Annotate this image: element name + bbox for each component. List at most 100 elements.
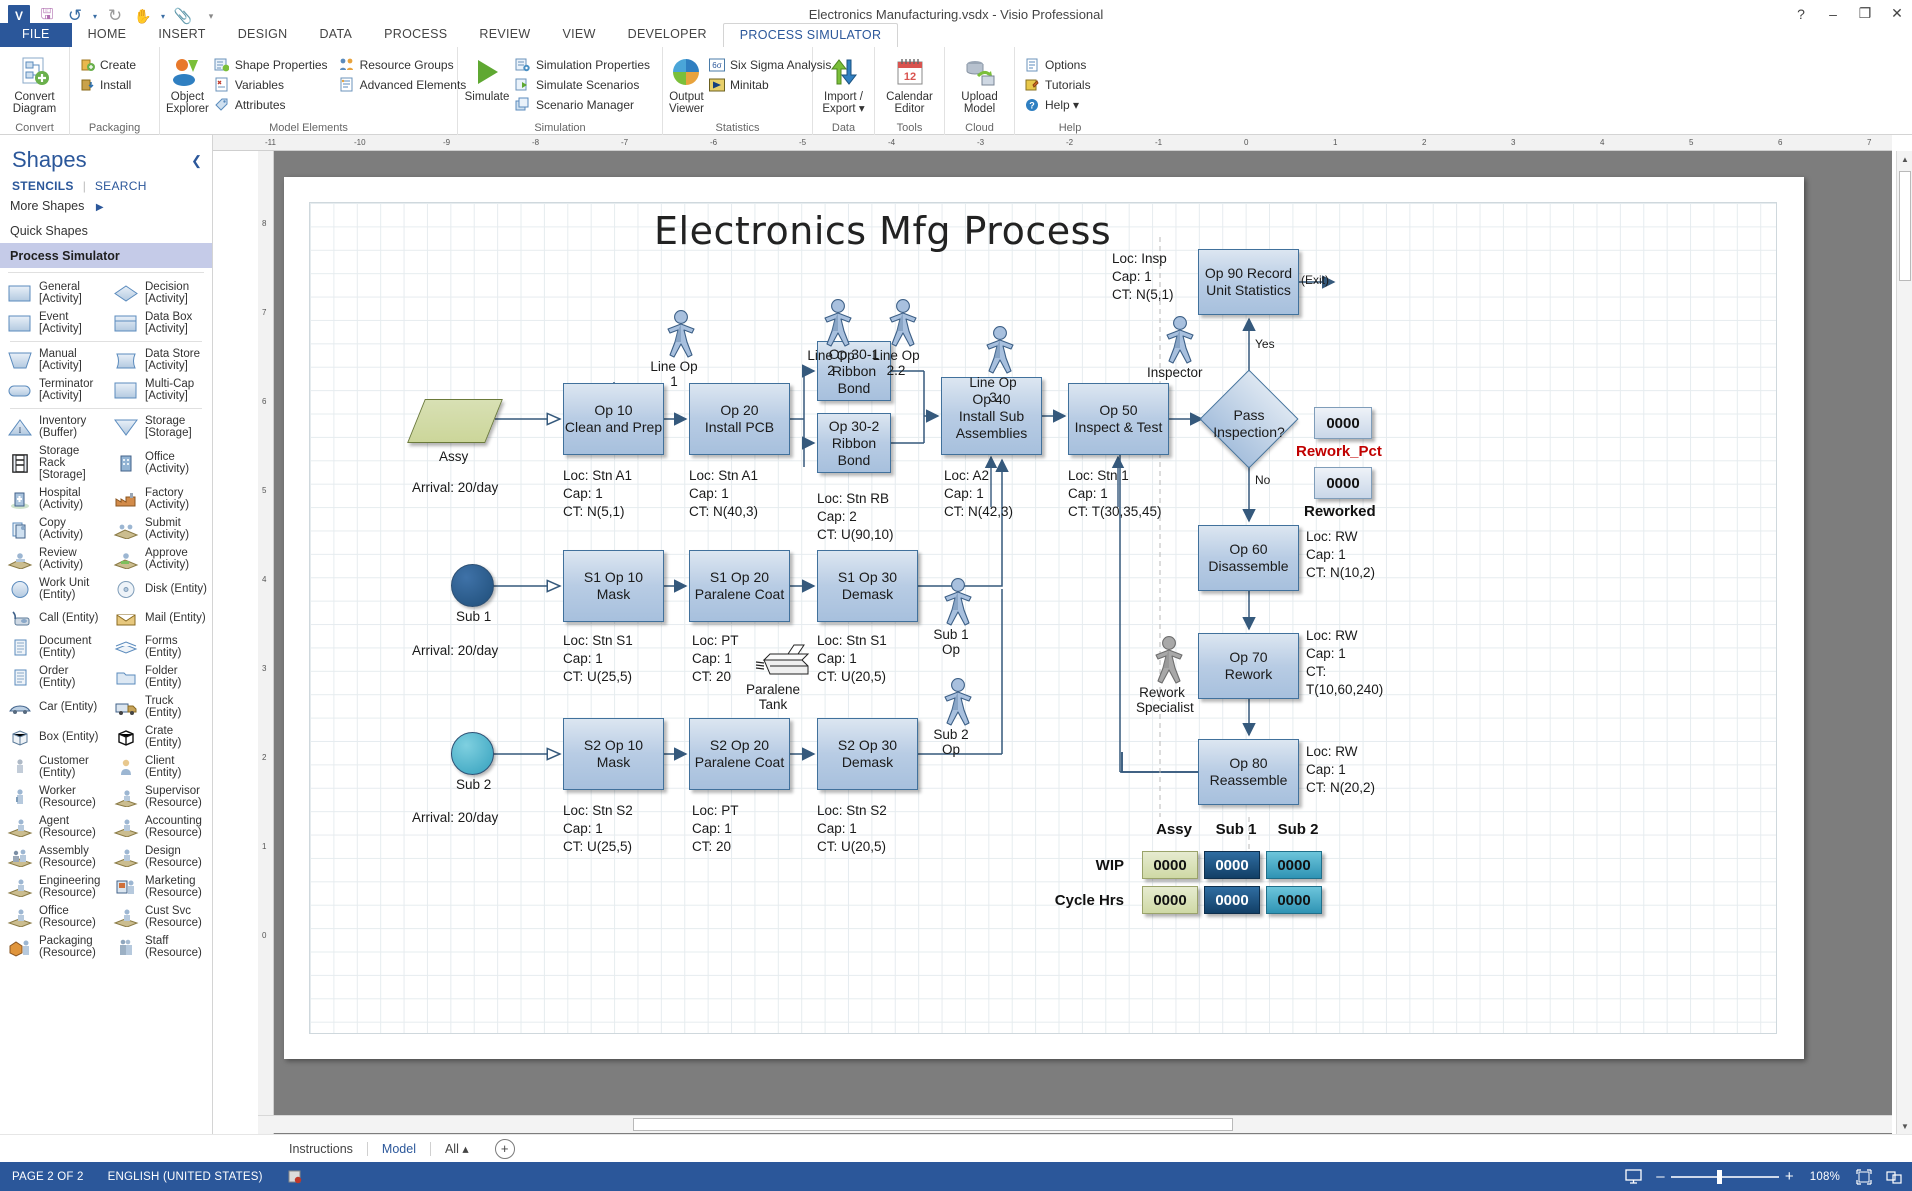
tab-review[interactable]: REVIEW bbox=[463, 23, 546, 47]
tab-file[interactable]: FILE bbox=[0, 23, 72, 47]
dashboard-value[interactable]: 0000 bbox=[1266, 851, 1322, 879]
stencil-item[interactable]: Car (Entity) bbox=[0, 692, 106, 722]
stencil-item[interactable]: Agent (Resource) bbox=[0, 812, 106, 842]
activity-s2op10[interactable]: S2 Op 10 Mask bbox=[563, 718, 664, 790]
stencil-item[interactable]: Cust Svc (Resource) bbox=[106, 902, 212, 932]
stencil-item[interactable]: Box (Entity) bbox=[0, 722, 106, 752]
display-reworked[interactable]: 0000 bbox=[1314, 467, 1372, 499]
resource-groups-button[interactable]: Resource Groups bbox=[336, 55, 473, 74]
macro-record-icon[interactable] bbox=[275, 1169, 314, 1184]
vertical-scroll-thumb[interactable] bbox=[1899, 171, 1911, 281]
stencil-item[interactable]: Truck (Entity) bbox=[106, 692, 212, 722]
resource-sub1op[interactable]: Sub 1 Op bbox=[939, 577, 977, 657]
stencil-item[interactable]: Storage [Storage] bbox=[106, 412, 212, 442]
restore-button[interactable]: ❐ bbox=[1856, 5, 1874, 22]
help-menu-button[interactable]: ? Help ▾ bbox=[1021, 95, 1097, 114]
simulation-properties-button[interactable]: Simulation Properties bbox=[512, 55, 656, 74]
stencil-item[interactable]: Data Store [Activity] bbox=[106, 345, 212, 375]
scenario-manager-button[interactable]: Scenario Manager bbox=[512, 95, 656, 114]
tutorials-button[interactable]: Tutorials bbox=[1021, 75, 1097, 94]
stencil-process-simulator[interactable]: Process Simulator bbox=[0, 243, 212, 268]
stencil-item[interactable]: Copy (Activity) bbox=[0, 514, 106, 544]
help-button[interactable]: ? bbox=[1792, 6, 1810, 22]
activity-s1op30[interactable]: S1 Op 30 Demask bbox=[817, 550, 918, 622]
tab-process-simulator[interactable]: PROCESS SIMULATOR bbox=[723, 23, 898, 47]
display-rework-pct[interactable]: 0000 bbox=[1314, 407, 1372, 439]
quick-shapes-row[interactable]: Quick Shapes bbox=[0, 218, 212, 243]
scroll-up-icon[interactable]: ▲ bbox=[1897, 151, 1912, 167]
zoom-level-label[interactable]: 108% bbox=[1808, 1171, 1842, 1183]
entity-sub2-shape[interactable] bbox=[451, 732, 494, 775]
horizontal-scroll-thumb[interactable] bbox=[633, 1118, 1233, 1131]
activity-op20[interactable]: Op 20 Install PCB bbox=[689, 383, 790, 455]
tab-process[interactable]: PROCESS bbox=[368, 23, 463, 47]
collapse-panel-icon[interactable]: ❮ bbox=[191, 153, 202, 169]
stencil-item[interactable]: IInventory (Buffer) bbox=[0, 412, 106, 442]
tab-view[interactable]: VIEW bbox=[547, 23, 612, 47]
stencil-item[interactable]: Manual [Activity] bbox=[0, 345, 106, 375]
zoom-thumb[interactable] bbox=[1717, 1170, 1722, 1184]
zoom-slider[interactable]: – + bbox=[1656, 1168, 1794, 1185]
zoom-track[interactable] bbox=[1671, 1176, 1779, 1178]
stencil-item[interactable]: Approve (Activity) bbox=[106, 544, 212, 574]
stencil-item[interactable]: Order (Entity) bbox=[0, 662, 106, 692]
calendar-editor-button[interactable]: 12 Calendar Editor bbox=[881, 53, 938, 115]
stencil-item[interactable]: Submit (Activity) bbox=[106, 514, 212, 544]
activity-s1op10[interactable]: S1 Op 10 Mask bbox=[563, 550, 664, 622]
stencil-item[interactable]: Forms (Entity) bbox=[106, 632, 212, 662]
stencil-item[interactable]: Crate (Entity) bbox=[106, 722, 212, 752]
advanced-elements-button[interactable]: Advanced Elements bbox=[336, 75, 473, 94]
resource-lineop2[interactable]: Line Op 2 bbox=[819, 298, 857, 378]
page-tab-instructions[interactable]: Instructions bbox=[275, 1140, 367, 1158]
close-button[interactable]: ✕ bbox=[1888, 5, 1906, 22]
status-page-count[interactable]: PAGE 2 OF 2 bbox=[0, 1171, 96, 1183]
more-shapes-row[interactable]: More Shapes ▶ bbox=[0, 193, 212, 218]
stencil-item[interactable]: Review (Activity) bbox=[0, 544, 106, 574]
tab-design[interactable]: DESIGN bbox=[222, 23, 304, 47]
dashboard-value[interactable]: 0000 bbox=[1204, 886, 1260, 914]
stencil-item[interactable]: Multi-Cap [Activity] bbox=[106, 375, 212, 405]
drawing-page[interactable]: Electronics Mfg Process bbox=[284, 177, 1804, 1059]
vertical-ruler[interactable]: 876543210 bbox=[258, 151, 274, 1134]
stencil-item[interactable]: Storage Rack [Storage] bbox=[0, 442, 106, 484]
dashboard-value[interactable]: 0000 bbox=[1204, 851, 1260, 879]
zoom-in-button[interactable]: + bbox=[1785, 1168, 1794, 1185]
stencil-item[interactable]: Accounting (Resource) bbox=[106, 812, 212, 842]
stencil-item[interactable]: Call (Entity) bbox=[0, 604, 106, 632]
options-button[interactable]: Options bbox=[1021, 55, 1097, 74]
activity-op60[interactable]: Op 60 Disassemble bbox=[1198, 525, 1299, 591]
activity-s2op30[interactable]: S2 Op 30 Demask bbox=[817, 718, 918, 790]
stencil-item[interactable]: Document (Entity) bbox=[0, 632, 106, 662]
entity-assy-shape[interactable] bbox=[407, 399, 503, 443]
stencil-item[interactable]: Event [Activity] bbox=[0, 308, 106, 338]
stencil-item[interactable]: Disk (Entity) bbox=[106, 574, 212, 604]
activity-op50[interactable]: Op 50 Inspect & Test bbox=[1068, 383, 1169, 455]
install-button[interactable]: Install bbox=[76, 75, 142, 94]
horizontal-scrollbar[interactable] bbox=[258, 1115, 1892, 1133]
fit-page-icon[interactable] bbox=[1856, 1169, 1872, 1185]
resource-sub2op[interactable]: Sub 2 Op bbox=[939, 677, 977, 757]
scroll-down-icon[interactable]: ▼ bbox=[1897, 1118, 1912, 1134]
tab-developer[interactable]: DEVELOPER bbox=[612, 23, 723, 47]
presentation-mode-icon[interactable] bbox=[1625, 1169, 1642, 1184]
object-explorer-button[interactable]: Object Explorer bbox=[166, 53, 209, 115]
resource-lineop1[interactable]: Line Op 1 bbox=[662, 309, 700, 389]
stencil-item[interactable]: Packaging (Resource) bbox=[0, 932, 106, 962]
activity-op90[interactable]: Op 90 Record Unit Statistics bbox=[1198, 249, 1299, 315]
stencil-item[interactable]: Work Unit (Entity) bbox=[0, 574, 106, 604]
fit-window-icon[interactable] bbox=[1886, 1169, 1902, 1185]
dashboard-value[interactable]: 0000 bbox=[1142, 886, 1198, 914]
resource-lineop3[interactable]: Line Op 3 bbox=[981, 325, 1019, 405]
tab-data[interactable]: DATA bbox=[303, 23, 368, 47]
drawing-canvas[interactable]: Electronics Mfg Process bbox=[274, 151, 1892, 1134]
stencil-item[interactable]: Design (Resource) bbox=[106, 842, 212, 872]
activity-s2op20[interactable]: S2 Op 20 Paralene Coat bbox=[689, 718, 790, 790]
stencil-item[interactable]: Hospital (Activity) bbox=[0, 484, 106, 514]
attributes-button[interactable]: Attributes bbox=[211, 95, 334, 114]
variables-button[interactable]: Variables bbox=[211, 75, 334, 94]
minimize-button[interactable]: – bbox=[1824, 6, 1842, 22]
activity-s1op20[interactable]: S1 Op 20 Paralene Coat bbox=[689, 550, 790, 622]
stencil-item[interactable]: General [Activity] bbox=[0, 278, 106, 308]
status-language[interactable]: ENGLISH (UNITED STATES) bbox=[96, 1171, 275, 1183]
simulate-button[interactable]: Simulate bbox=[464, 53, 510, 103]
